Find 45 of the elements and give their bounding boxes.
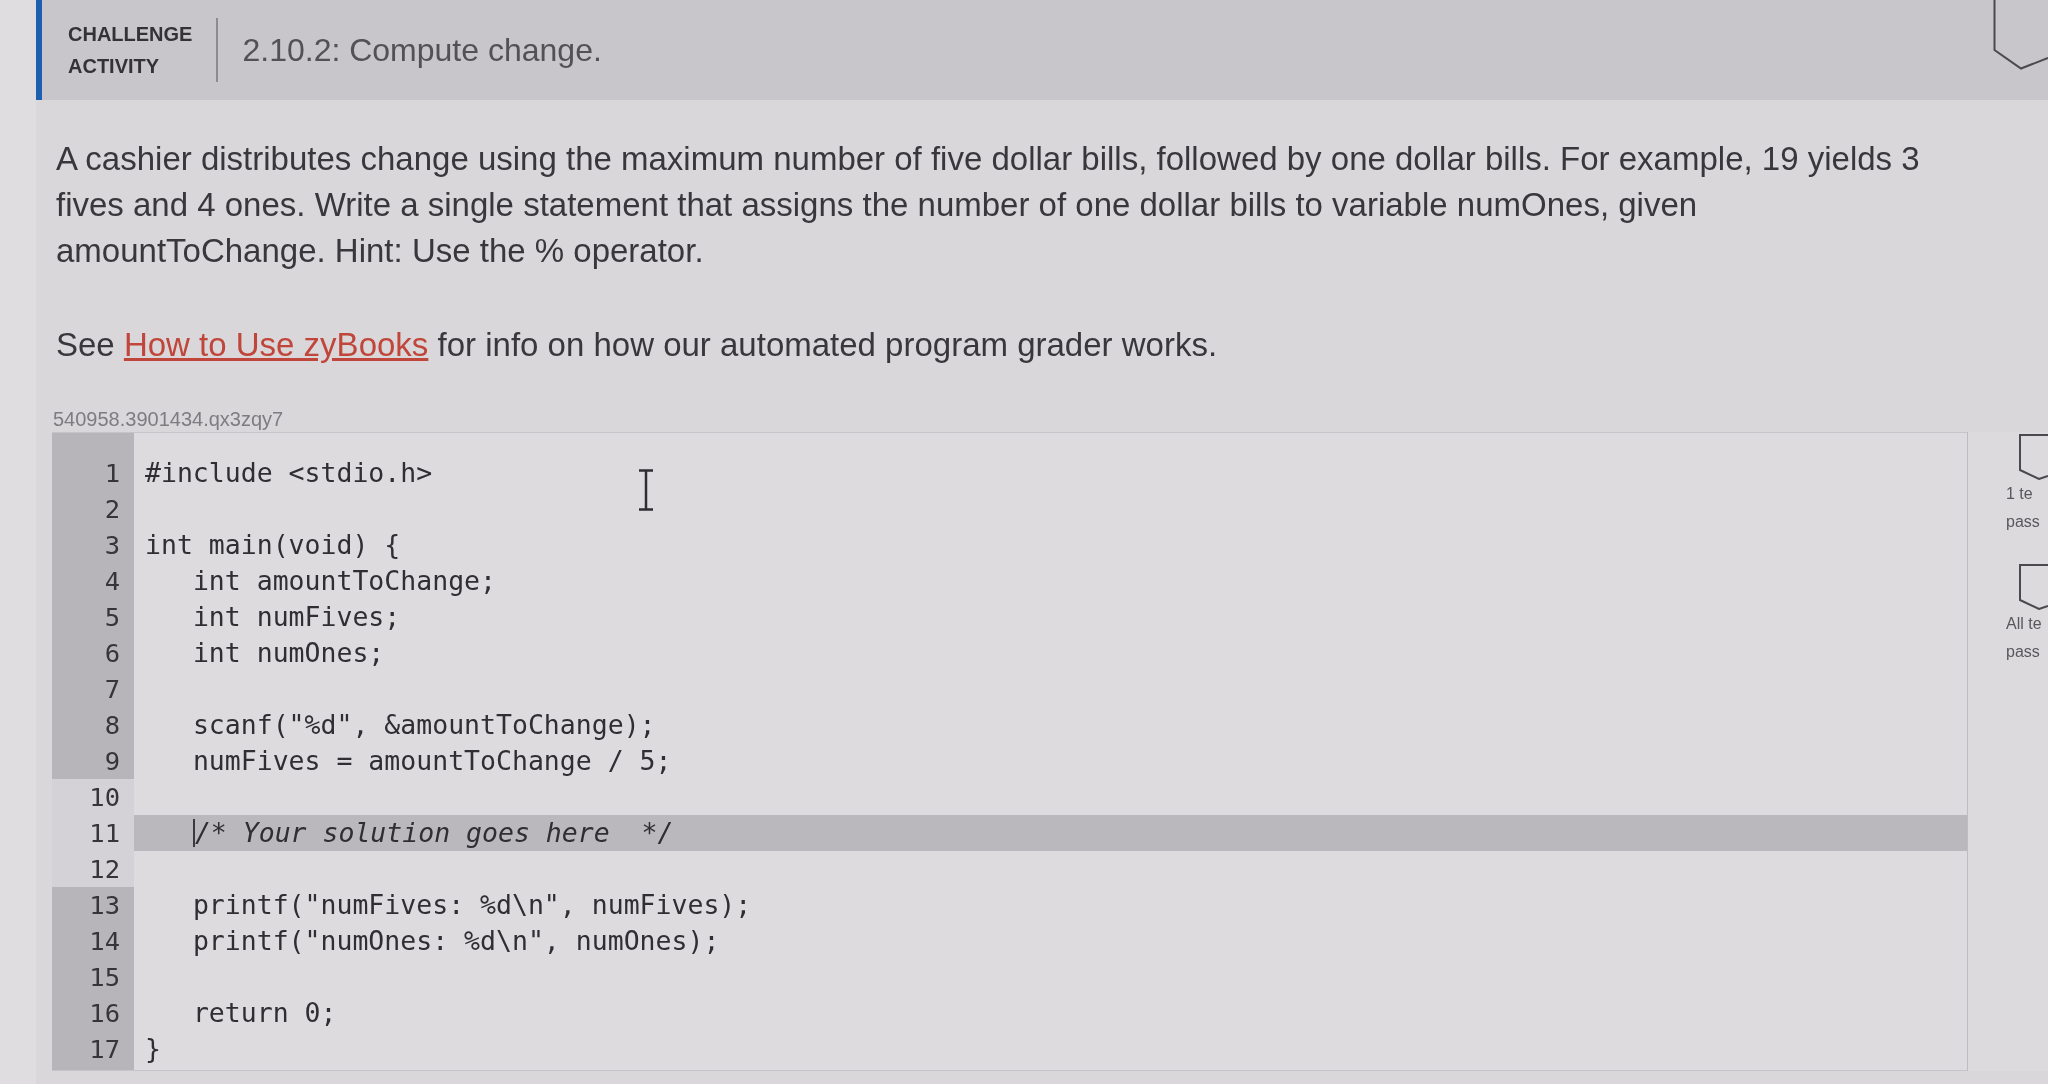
- line-number: 16: [52, 995, 134, 1031]
- line-number: 15: [52, 959, 134, 995]
- code-line: int numOnes;: [192, 636, 385, 670]
- code-line: int amountToChange;: [192, 564, 496, 598]
- pentagon-outline-icon: [2019, 434, 2048, 480]
- test-status-text: pass: [2006, 642, 2040, 662]
- pentagon-outline-icon: [1993, 0, 2048, 70]
- code-line: int numFives;: [192, 600, 401, 634]
- line-number: 13: [52, 887, 134, 923]
- line-number: 2: [52, 491, 134, 527]
- activity-id-text: 540958.3901434.qx3zqy7: [53, 408, 284, 430]
- line-number: 6: [52, 635, 134, 671]
- line-number: 4: [52, 563, 134, 599]
- help-link[interactable]: How to Use zyBooks: [123, 326, 429, 363]
- test-status-text: All te: [2006, 614, 2042, 634]
- code-editor[interactable]: [52, 432, 1967, 1071]
- line-number: 14: [52, 923, 134, 959]
- line-number: 17: [52, 1031, 134, 1070]
- code-line: #include <stdio.h>: [145, 456, 433, 490]
- code-comment: /* Your solution goes here */: [194, 816, 674, 850]
- code-line: scanf("%d", &amountToChange);: [192, 708, 656, 742]
- line-number: 1: [52, 433, 134, 491]
- test-status-text: 1 te: [2006, 484, 2033, 504]
- code-line: printf("numOnes: %d\n", numOnes);: [192, 924, 720, 958]
- code-line: numFives = amountToChange / 5;: [192, 744, 672, 778]
- line-number: 11: [52, 815, 134, 851]
- code-line: }: [145, 1032, 161, 1066]
- activity-type-label: CHALLENGE ACTIVITY: [68, 22, 193, 79]
- activity-title: 2.10.2: Compute change.: [242, 31, 602, 70]
- text-caret: [192, 819, 195, 847]
- line-number: 5: [52, 599, 134, 635]
- code-line: printf("numFives: %d\n", numFives);: [192, 888, 752, 922]
- text-cursor-icon: [638, 469, 654, 511]
- pentagon-outline-icon: [2019, 564, 2048, 610]
- line-number: 3: [52, 527, 134, 563]
- test-status-text: pass: [2006, 512, 2040, 532]
- line-number: 8: [52, 707, 134, 743]
- instructions-text: A cashier distributes change using the maximum number of five dollar bills, followed by one dollar bills. For example, 19 yields 3 fives and 4 ones. Write a single statement that assigns the number of one dollar bills to variable numOnes, given amountToChange. Hint: Use the % operator.: [56, 139, 1921, 271]
- code-line: return 0;: [192, 996, 337, 1030]
- grader-note-text: See How to Use zyBooks for info on how our automated program grader works.: [56, 325, 1218, 365]
- line-number: 10: [52, 779, 134, 815]
- line-number: 7: [52, 671, 134, 707]
- code-line: int main(void) {: [145, 528, 401, 562]
- line-number: 12: [52, 851, 134, 887]
- line-number: 9: [52, 743, 134, 779]
